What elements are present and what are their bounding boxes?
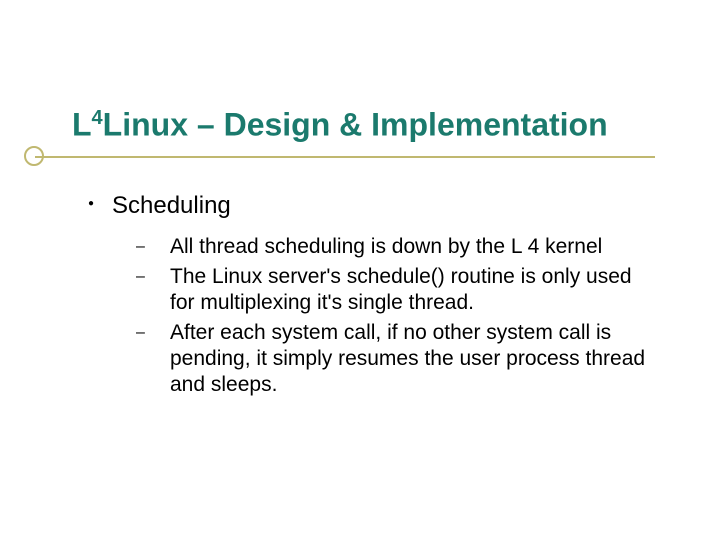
section-heading: Scheduling: [112, 192, 231, 220]
title-rest: Linux – Design & Implementation: [103, 107, 608, 143]
title-prefix: L: [72, 107, 92, 143]
dash-icon: –: [136, 264, 170, 316]
title-superscript: 4: [92, 107, 103, 129]
list-item: – All thread scheduling is down by the L…: [136, 234, 658, 260]
slide-title: L4Linux – Design & Implementation: [72, 108, 608, 141]
slide: L4Linux – Design & Implementation Schedu…: [0, 0, 720, 540]
list-item-text: The Linux server's schedule() routine is…: [170, 264, 658, 316]
list-item: – After each system call, if no other sy…: [136, 320, 658, 398]
list-item-text: All thread scheduling is down by the L 4…: [170, 234, 602, 260]
bullet-dot-icon: [88, 192, 112, 220]
bullet-level1: Scheduling: [88, 192, 658, 220]
dash-icon: –: [136, 320, 170, 398]
list-item-text: After each system call, if no other syst…: [170, 320, 658, 398]
dash-icon: –: [136, 234, 170, 260]
slide-body: Scheduling – All thread scheduling is do…: [88, 192, 658, 402]
sub-bullet-list: – All thread scheduling is down by the L…: [136, 234, 658, 398]
list-item: – The Linux server's schedule() routine …: [136, 264, 658, 316]
title-underline: [35, 156, 655, 158]
